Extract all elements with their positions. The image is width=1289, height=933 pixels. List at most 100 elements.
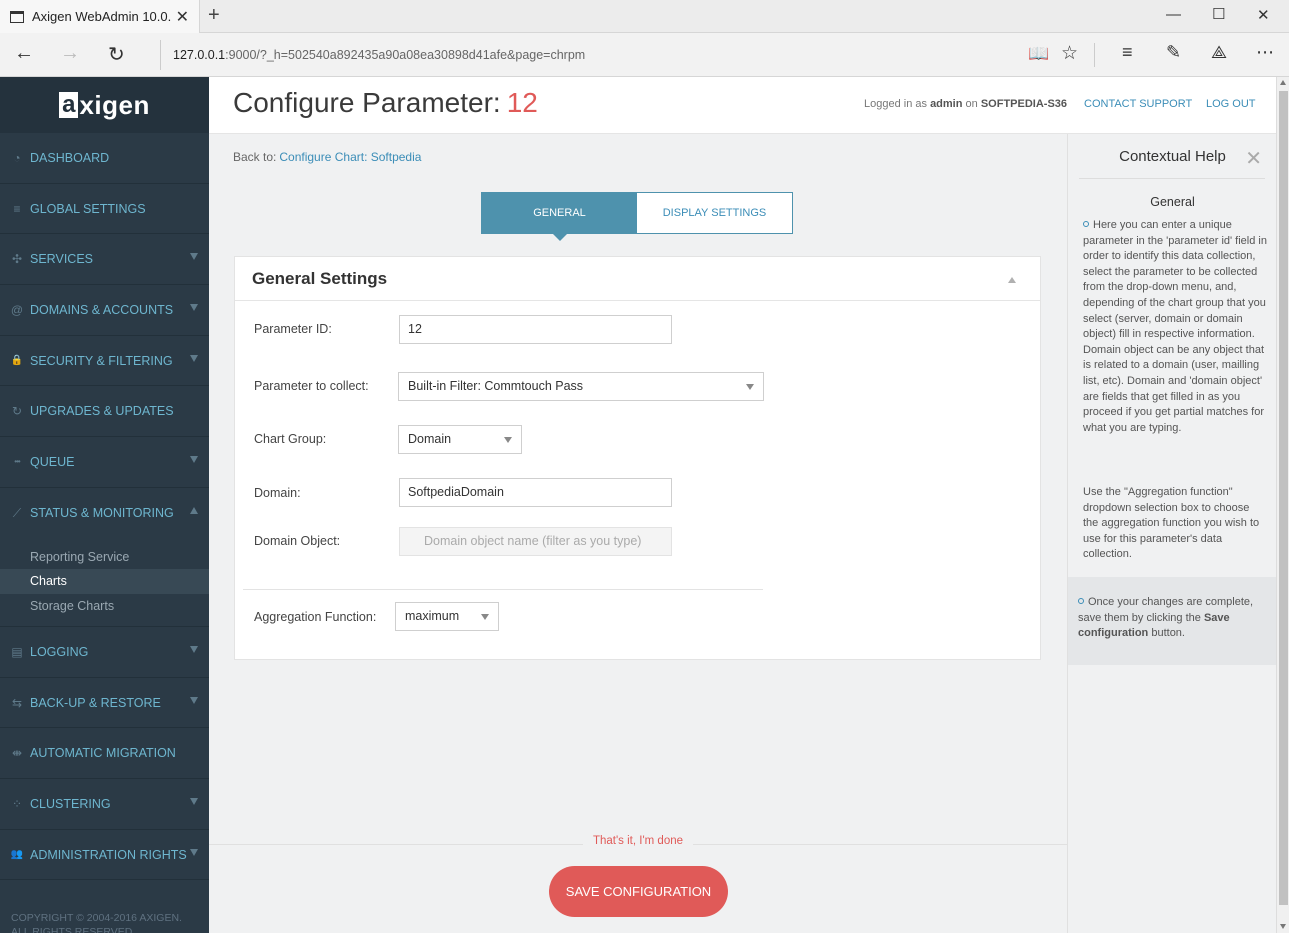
aggregation-function-label: Aggregation Function: bbox=[254, 610, 377, 624]
browser-tab-title: Axigen WebAdmin 10.0. bbox=[32, 9, 172, 24]
scroll-down-icon[interactable] bbox=[1280, 924, 1286, 929]
sidebar-item-services[interactable]: ✣ SERVICES bbox=[0, 234, 209, 286]
refresh-icon[interactable]: ↻ bbox=[108, 42, 125, 67]
chart-group-label: Chart Group: bbox=[254, 432, 327, 446]
document-icon: ▤ bbox=[11, 644, 23, 659]
lock-icon: 🔒 bbox=[10, 355, 24, 367]
queue-icon: ••• bbox=[14, 457, 20, 467]
sidebar-item-queue[interactable]: ••• QUEUE bbox=[0, 437, 209, 488]
page-scrollbar[interactable] bbox=[1276, 77, 1289, 933]
parameter-id-input[interactable]: 12 bbox=[399, 315, 672, 344]
axigen-logo[interactable]: a xigen bbox=[0, 77, 209, 133]
parameter-to-collect-select[interactable]: Built-in Filter: Commtouch Pass bbox=[398, 372, 764, 401]
sidebar-item-domains-accounts[interactable]: @ DOMAINS & ACCOUNTS bbox=[0, 285, 209, 336]
sidebar-item-global-settings[interactable]: ≡ GLOBAL SETTINGS bbox=[0, 184, 209, 235]
network-icon: ✣ bbox=[11, 252, 23, 267]
submenu-item-reporting-service[interactable]: Reporting Service bbox=[0, 545, 209, 570]
settings-tabs: GENERAL DISPLAY SETTINGS bbox=[481, 192, 793, 241]
chevron-down-icon bbox=[190, 696, 198, 704]
refresh-icon: ↻ bbox=[11, 404, 23, 419]
parameter-id-label: Parameter ID: bbox=[254, 322, 332, 336]
sidebar-item-clustering[interactable]: ⁘ CLUSTERING bbox=[0, 779, 209, 830]
logout-link[interactable]: LOG OUT bbox=[1206, 98, 1256, 110]
domain-label: Domain: bbox=[254, 486, 301, 500]
users-icon: 👥 bbox=[10, 849, 24, 861]
chevron-down-icon bbox=[190, 798, 198, 806]
more-icon[interactable]: ⋯ bbox=[1256, 42, 1274, 63]
domain-object-label: Domain Object: bbox=[254, 534, 341, 548]
status-monitoring-submenu: Reporting Service Charts Storage Charts bbox=[0, 538, 209, 627]
copyright-text: COPYRIGHT © 2004-2016 AXIGEN. ALL RIGHTS… bbox=[11, 912, 182, 933]
close-tab-icon[interactable]: ✕ bbox=[176, 7, 189, 27]
sliders-icon: ≡ bbox=[13, 201, 21, 216]
done-text: That's it, I'm done bbox=[209, 835, 1067, 855]
sidebar-item-backup-restore[interactable]: ⇆ BACK-UP & RESTORE bbox=[0, 678, 209, 729]
chevron-down-icon bbox=[190, 304, 198, 312]
page-header: Configure Parameter: 12 Logged in as admi… bbox=[209, 77, 1276, 134]
minimize-icon[interactable]: — bbox=[1166, 6, 1181, 23]
page-title: Configure Parameter: 12 bbox=[233, 87, 538, 118]
sidebar-item-security-filtering[interactable]: 🔒 SECURITY & FILTERING bbox=[0, 336, 209, 387]
dropdown-arrow-icon bbox=[746, 384, 754, 390]
aggregation-function-select[interactable]: maximum bbox=[395, 602, 499, 631]
submenu-item-charts[interactable]: Charts bbox=[0, 569, 209, 594]
contact-support-link[interactable]: CONTACT SUPPORT bbox=[1084, 98, 1192, 110]
tab-general[interactable]: GENERAL bbox=[482, 193, 637, 241]
help-note-box: Once your changes are complete, save the… bbox=[1068, 577, 1277, 665]
collapse-caret-icon[interactable] bbox=[1008, 277, 1016, 283]
reading-view-icon[interactable]: 📖 bbox=[1028, 44, 1049, 64]
logged-in-status: Logged in as admin on SOFTPEDIA-S36 bbox=[864, 98, 1068, 110]
sidebar-item-logging[interactable]: ▤ LOGGING bbox=[0, 627, 209, 678]
sidebar-item-upgrades-updates[interactable]: ↻ UPGRADES & UPDATES bbox=[0, 386, 209, 438]
scroll-up-icon[interactable] bbox=[1280, 80, 1286, 85]
browser-nav-bar: ← → ↻ 127.0.0.1:9000/?_h=502540a892435a9… bbox=[0, 33, 1289, 77]
page-icon bbox=[10, 10, 24, 23]
chevron-down-icon bbox=[190, 456, 198, 464]
parameter-number: 12 bbox=[506, 87, 538, 118]
domain-input[interactable]: SoftpediaDomain bbox=[399, 478, 672, 507]
chart-group-select[interactable]: Domain bbox=[398, 425, 522, 454]
sidebar-item-administration-rights[interactable]: 👥 ADMINISTRATION RIGHTS bbox=[0, 830, 209, 881]
sidebar-item-status-monitoring[interactable]: ⟋ STATUS & MONITORING bbox=[0, 488, 209, 539]
sidebar-item-automatic-migration[interactable]: ⇼ AUTOMATIC MIGRATION bbox=[0, 728, 209, 780]
help-paragraph-3: Once your changes are complete, save the… bbox=[1078, 596, 1254, 640]
favorite-star-icon[interactable]: ☆ bbox=[1061, 42, 1078, 65]
share-icon[interactable]: ⟁ bbox=[1211, 42, 1227, 63]
tab-display-settings[interactable]: DISPLAY SETTINGS bbox=[637, 193, 792, 233]
chevron-down-icon bbox=[190, 848, 198, 856]
submenu-item-storage-charts[interactable]: Storage Charts bbox=[0, 594, 209, 619]
main-content: Back to: Configure Chart: Softpedia GENER… bbox=[209, 134, 1067, 933]
chevron-down-icon bbox=[190, 646, 198, 653]
parameter-to-collect-label: Parameter to collect: bbox=[254, 379, 369, 393]
at-icon: @ bbox=[10, 302, 24, 317]
maximize-icon[interactable]: ☐ bbox=[1212, 5, 1225, 23]
gauge-icon: ◔ bbox=[13, 150, 21, 165]
chevron-up-icon bbox=[190, 506, 198, 514]
save-configuration-button[interactable]: SAVE CONFIGURATION bbox=[549, 866, 728, 917]
sidebar: a xigen ◔ DASHBOARD ≡ GLOBAL SETTINGS ✣ SERV… bbox=[0, 77, 209, 933]
web-note-icon[interactable]: ✎ bbox=[1166, 42, 1181, 63]
backup-icon: ⇆ bbox=[11, 695, 23, 710]
domain-object-input[interactable]: Domain object name (filter as you type) bbox=[399, 527, 672, 556]
close-help-icon[interactable]: ✕ bbox=[1245, 146, 1262, 171]
hub-icon[interactable]: ≡ bbox=[1122, 42, 1133, 63]
breadcrumb: Back to: Configure Chart: Softpedia bbox=[233, 150, 422, 164]
contextual-help-panel: Contextual Help ✕ General Here you can e… bbox=[1067, 134, 1277, 933]
window-close-icon[interactable]: ✕ bbox=[1257, 6, 1270, 24]
migration-icon: ⇼ bbox=[11, 746, 23, 761]
divider bbox=[243, 589, 763, 590]
scrollbar-thumb[interactable] bbox=[1279, 91, 1288, 905]
help-subtitle: General bbox=[1150, 195, 1195, 209]
cluster-icon: ⁘ bbox=[11, 796, 23, 811]
chevron-down-icon bbox=[190, 253, 198, 261]
sidebar-item-dashboard[interactable]: ◔ DASHBOARD bbox=[0, 133, 209, 184]
back-arrow-icon[interactable]: ← bbox=[14, 42, 34, 65]
chevron-down-icon bbox=[190, 354, 198, 362]
address-bar[interactable]: 127.0.0.1:9000/?_h=502540a892435a90a08ea… bbox=[160, 40, 1020, 70]
dropdown-arrow-icon bbox=[504, 437, 512, 443]
chart-icon: ⟋ bbox=[12, 505, 22, 520]
forward-arrow-icon[interactable]: → bbox=[60, 42, 80, 65]
back-to-chart-link[interactable]: Configure Chart: Softpedia bbox=[279, 150, 421, 164]
browser-tab[interactable]: Axigen WebAdmin 10.0. ✕ bbox=[0, 0, 200, 33]
new-tab-icon[interactable]: + bbox=[208, 4, 220, 27]
